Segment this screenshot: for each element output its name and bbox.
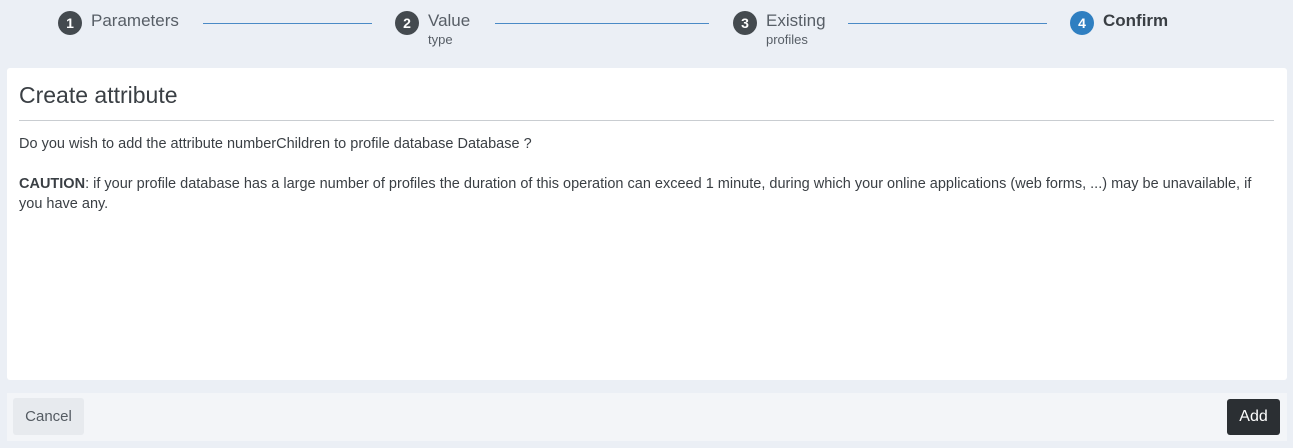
step-connector <box>848 23 1047 24</box>
step-connector <box>495 23 709 24</box>
step-sublabel-profiles: profiles <box>766 32 808 47</box>
step-connector <box>203 23 372 24</box>
caution-text: : if your profile database has a large n… <box>19 176 1252 212</box>
step-label-value: Value <box>428 11 471 30</box>
cancel-button[interactable]: Cancel <box>13 398 84 435</box>
step-number-3: 3 <box>733 11 757 35</box>
panel-title: Create attribute <box>19 82 178 108</box>
wizard-stepper: 1 Parameters 2 Value type 3 Existing pro… <box>0 0 1293 66</box>
step-label-parameters: Parameters <box>91 11 179 30</box>
action-bar: Cancel Add <box>7 393 1287 441</box>
confirm-panel: Create attribute Do you wish to add the … <box>7 68 1287 380</box>
step-parameters[interactable]: 1 Parameters <box>58 10 179 35</box>
add-button[interactable]: Add <box>1227 399 1280 435</box>
step-number-4: 4 <box>1070 11 1094 35</box>
caution-message: CAUTION: if your profile database has a … <box>19 174 1277 214</box>
step-value-type[interactable]: 2 Value type <box>395 10 470 47</box>
step-label-confirm: Confirm <box>1103 11 1169 30</box>
step-number-1: 1 <box>58 11 82 35</box>
step-existing-profiles[interactable]: 3 Existing profiles <box>733 10 826 47</box>
confirm-question: Do you wish to add the attribute numberC… <box>19 136 532 152</box>
step-number-2: 2 <box>395 11 419 35</box>
step-label-existing: Existing <box>766 11 826 30</box>
title-divider <box>19 120 1274 121</box>
caution-label: CAUTION <box>19 176 86 192</box>
step-sublabel-type: type <box>428 32 453 47</box>
step-confirm[interactable]: 4 Confirm <box>1070 10 1168 35</box>
